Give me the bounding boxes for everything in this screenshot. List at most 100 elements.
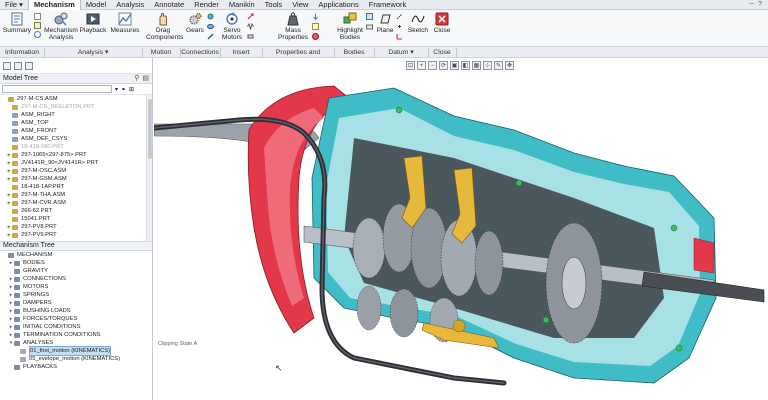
mechanism-tree-item[interactable]: ▸ MOTORS [0,283,152,291]
mechanism-tree-item[interactable]: GRAVITY [0,267,152,275]
model-tree-tab-icon[interactable] [3,61,11,70]
part-icon [12,208,18,214]
binoculars-icon[interactable]: ⚭ [121,86,126,93]
summary-button[interactable]: Summary [2,12,32,34]
mechanism-tree-item[interactable]: ▸ FORCES/TORQUES [0,315,152,323]
measure-small-icon[interactable] [34,13,41,20]
model-tree-item[interactable]: ▸ 297-M-THA.ASM [0,191,152,199]
datum-axis-small-icon[interactable] [396,13,403,20]
highlight-bodies-button[interactable]: Highlight Bodies [336,12,364,41]
mechanism-tree-item[interactable]: ▸ BUSHING LOADS [0,307,152,315]
info-small-icon[interactable] [34,31,41,38]
menu-applications[interactable]: Applications [313,0,363,10]
measures-button[interactable]: Measures [110,12,140,34]
mechanism-node-icon [8,252,14,258]
mechanism-node-icon [14,268,20,274]
group-close[interactable]: Close [428,47,456,58]
model-tree-item[interactable]: ASM_DEF_CSYS [0,135,152,143]
expand-tree-icon[interactable]: ⊞ [129,86,134,93]
menu-tools[interactable]: Tools [260,0,288,10]
model-tree-item-label: 266-62.PRT [21,208,53,214]
model-tree-item[interactable]: ASM_TOP [0,119,152,127]
model-tree-scrollbar[interactable] [146,95,152,241]
help-icon[interactable]: ? [758,1,762,8]
tree-filter-icon[interactable]: ⚲ [134,74,139,84]
model-tree-item[interactable]: 297-M-CS.ASM [0,95,152,103]
damper-small-icon[interactable] [247,33,254,40]
datum-point-small-icon[interactable] [396,23,403,30]
model-tree-item[interactable]: ▸ 297-M-CVR.ASM [0,199,152,207]
group-information[interactable]: Information [0,47,44,58]
model-tree-item[interactable]: 18-418-1AP.PRT [0,183,152,191]
model-tree-item[interactable]: ▸ 297-M-GSM.ASM [0,175,152,183]
group-connections[interactable]: Connections [180,47,220,58]
close-button[interactable]: Close [431,12,453,34]
sketch-button[interactable]: Sketch [407,12,429,34]
servo-motors-button[interactable]: Servo Motors [219,12,245,41]
group-bodies[interactable]: Bodies [334,47,374,58]
mechanism-tree-item[interactable]: ▸ INITIAL CONDITIONS [0,323,152,331]
model-tree-item[interactable]: ASM_RIGHT [0,111,152,119]
body-define-small-icon[interactable] [366,13,373,20]
termination-small-icon[interactable] [312,33,319,40]
force-small-icon[interactable] [247,13,254,20]
menu-file[interactable]: File ▾ [0,0,28,10]
plane-button[interactable]: Plane [376,12,394,34]
model-tree-item[interactable]: ▸ 297-PV9.PRT [0,231,152,239]
menu-analysis[interactable]: Analysis [111,0,149,10]
joint-small-icon[interactable] [207,13,214,20]
group-motion[interactable]: Motion [142,47,180,58]
model-tree-item[interactable]: ▸ JV4141R_90<JV4141R> PRT [0,159,152,167]
cam-small-icon[interactable] [207,23,214,30]
model-tree-item[interactable]: ASM_FRONT [0,127,152,135]
menu-render[interactable]: Render [189,0,224,10]
mechanism-tree-item[interactable]: ▸ CONNECTIONS [0,275,152,283]
menu-framework[interactable]: Framework [364,0,412,10]
tree-search-input[interactable] [2,85,112,93]
body-ground-small-icon[interactable] [366,23,373,30]
gearbox-model[interactable] [154,58,768,400]
initial-condition-small-icon[interactable] [312,23,319,30]
menu-view[interactable]: View [287,0,313,10]
drag-components-button[interactable]: Drag Components [146,12,183,41]
model-tree-item[interactable]: ▸ 297-M-OSC.ASM [0,167,152,175]
menu-model[interactable]: Model [81,0,111,10]
search-options-icon[interactable]: ▾ [115,86,118,93]
mechanism-tree-item[interactable]: MECHANISM [0,251,152,259]
mechanism-tree-item[interactable]: ▸ BODIES [0,259,152,267]
mechanism-tree-item[interactable]: PLAYBACKS [0,363,152,371]
mass-properties-button[interactable]: Mass Properties [278,12,308,41]
model-tree-item[interactable]: ▸ 297-1065<297-875> PRT [0,151,152,159]
playback-button[interactable]: Playback [78,12,108,34]
mechanism-tree-item[interactable]: 05_evelope_motion (KINEMATICS) [0,355,152,363]
slot-small-icon[interactable] [207,33,214,40]
datum-csys-small-icon[interactable] [396,33,403,40]
model-tree-item-label: JV4141R_90<JV4141R> PRT [21,160,99,166]
model-tree-item[interactable]: ▸ 297-PV8.PRT [0,223,152,231]
group-analysis[interactable]: Analysis ▾ [44,47,142,58]
mechanism-tree-item[interactable]: ▸ SPRINGS [0,291,152,299]
model-tree-item[interactable]: 18-418-580.PRT [0,143,152,151]
menu-manikin[interactable]: Manikin [224,0,260,10]
group-insert[interactable]: Insert [220,47,262,58]
graphics-viewport[interactable]: ⊡ + − ⟳ ▣ ◧ ▦ ⊹ ✎ ✥ Clipping State A ↖ [154,58,768,400]
model-tree-item[interactable]: 297-M-CS_SKELETON.PRT [0,103,152,111]
gears-button[interactable]: Gears [184,12,206,34]
menu-annotate[interactable]: Annotate [149,0,189,10]
model-tree-item[interactable]: 266-62.PRT [0,207,152,215]
minimize-icon[interactable]: ─ [749,1,754,8]
model-tree-item[interactable]: 15041.PRT [0,215,152,223]
group-datum[interactable]: Datum ▾ [374,47,428,58]
folder-browser-tab-icon[interactable] [14,61,22,70]
mechanism-analysis-button[interactable]: Mechanism Analysis [44,12,78,41]
favorites-tab-icon[interactable] [25,61,33,70]
menu-mechanism[interactable]: Mechanism [27,0,81,10]
spring-small-icon[interactable] [247,23,254,30]
model-tree-item-label: 297-M-CVR.ASM [21,200,66,206]
tree-settings-icon[interactable]: ▤ [142,74,149,84]
mechanism-tree-item[interactable]: 01_first_motion (KINEMATICS) [0,346,152,356]
check-small-icon[interactable] [34,22,41,29]
gravity-small-icon[interactable] [312,13,319,20]
mechanism-tree-item[interactable]: ▸ DAMPERS [0,299,152,307]
mechanism-tree-item[interactable]: ▸ TERMINATION CONDITIONS [0,331,152,339]
